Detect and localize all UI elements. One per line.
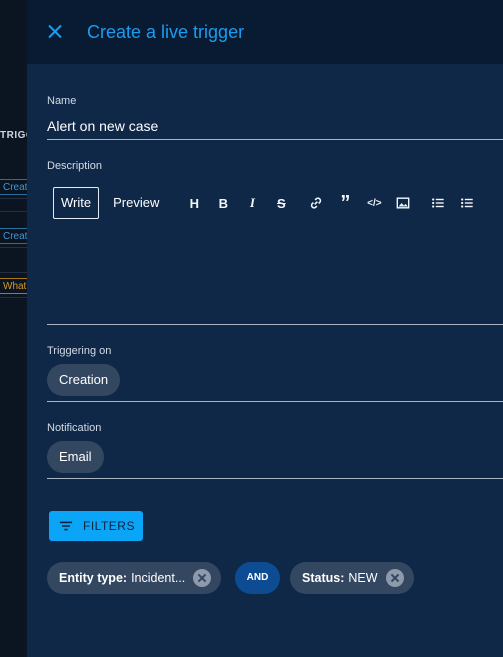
markdown-toolbar: Write Preview H B I S ” </>: [53, 187, 503, 219]
bg-trigger-chip: Creation: [0, 228, 27, 244]
notification-label: Notification: [47, 422, 102, 434]
triggering-on-value[interactable]: Creation: [47, 364, 121, 396]
close-icon[interactable]: [47, 24, 63, 40]
code-icon[interactable]: </>: [367, 196, 381, 210]
description-label: Description: [47, 160, 103, 172]
remove-filter-icon[interactable]: [193, 569, 212, 587]
filters-button[interactable]: FILTERS: [49, 511, 143, 541]
drawer-title: Create a live trigger: [87, 21, 245, 42]
description-underline: [47, 324, 503, 325]
filter-chip-entity-type[interactable]: Entity type: Incident...: [47, 562, 222, 594]
bg-table-row[interactable]: [0, 248, 27, 273]
heading-icon[interactable]: H: [187, 196, 201, 211]
filter-value: Incident...: [131, 571, 186, 585]
filter-chip-status[interactable]: Status: NEW: [290, 562, 414, 594]
strikethrough-icon[interactable]: S: [274, 196, 288, 211]
image-icon[interactable]: [396, 196, 410, 210]
filter-key: Status:: [302, 571, 345, 585]
filter-key: Entity type:: [59, 571, 128, 585]
quote-icon[interactable]: ”: [338, 193, 352, 213]
create-live-trigger-drawer: Create a live trigger Name Alert on new …: [27, 0, 503, 657]
bulleted-list-icon[interactable]: [431, 196, 445, 210]
notification-underline: [47, 478, 503, 479]
notification-value[interactable]: Email: [47, 441, 104, 473]
triggering-on-underline: [47, 401, 503, 402]
bg-table-row[interactable]: What act: [0, 273, 27, 298]
tab-preview[interactable]: Preview: [105, 187, 167, 219]
numbered-list-icon[interactable]: [460, 196, 474, 210]
bg-table-row[interactable]: Creation: [0, 174, 27, 199]
bg-table-row[interactable]: Creation: [0, 223, 27, 248]
filter-value: NEW: [348, 571, 378, 585]
bg-trigger-chip: What act: [0, 278, 27, 294]
filters-button-label: FILTERS: [83, 519, 135, 533]
bold-icon[interactable]: B: [216, 196, 230, 211]
filter-icon: [59, 521, 73, 531]
filter-operator[interactable]: AND: [235, 562, 280, 594]
remove-filter-icon[interactable]: [385, 569, 404, 587]
name-label: Name: [47, 95, 77, 107]
triggering-on-label: Triggering on: [47, 345, 112, 357]
tab-write[interactable]: Write: [53, 187, 100, 219]
drawer-header: Create a live trigger: [27, 0, 503, 64]
description-textarea[interactable]: [47, 222, 503, 324]
italic-icon[interactable]: I: [245, 195, 259, 210]
bg-table-divider: [0, 199, 27, 212]
bg-trigger-chip: Creation: [0, 179, 27, 195]
name-underline: [47, 139, 503, 140]
name-input[interactable]: Alert on new case: [47, 118, 158, 134]
link-icon[interactable]: [309, 196, 323, 210]
background-page: TRIGGERING ON Creation Creation What act: [0, 0, 27, 657]
bg-column-header: TRIGGERING ON: [0, 130, 27, 141]
